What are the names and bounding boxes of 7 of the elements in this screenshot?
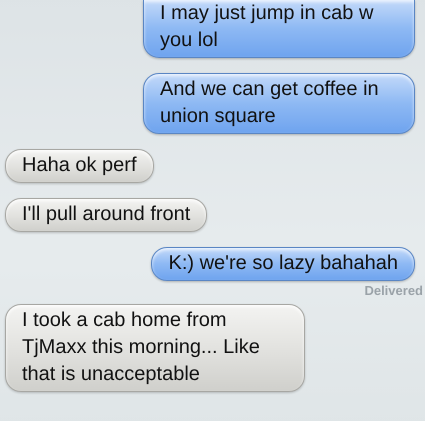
received-message-bubble: I'll pull around front — [5, 198, 208, 232]
sent-message-bubble: I may just jump in cab w you lol — [143, 0, 415, 58]
received-message-bubble: I took a cab home from TjMaxx this morning... Like that is unacceptable — [5, 304, 305, 392]
received-message-bubble: Haha ok perf — [5, 149, 154, 183]
delivered-status: Delivered — [364, 283, 423, 298]
sent-message-bubble: And we can get coffee in union square — [143, 73, 415, 134]
sent-message-bubble: K:) we're so lazy bahahah — [151, 247, 415, 281]
